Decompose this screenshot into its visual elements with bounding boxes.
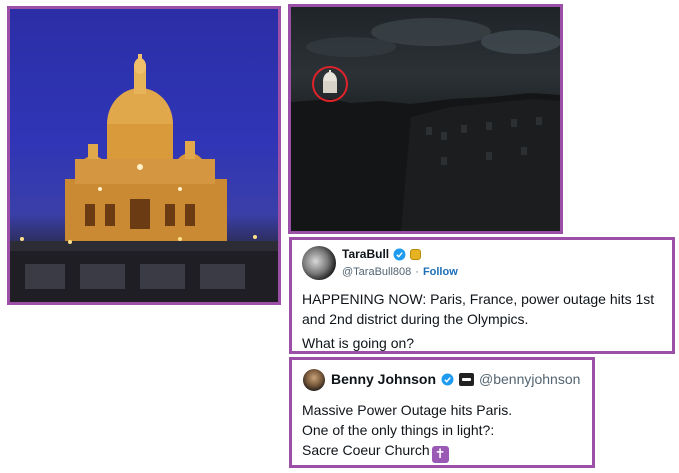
tweet-text-line: What is going on?	[302, 335, 415, 351]
tweet-card-tarabull[interactable]: TaraBull @TaraBull808 · Follow HAPPENING…	[289, 237, 675, 354]
sacre-coeur-photo	[7, 6, 281, 305]
verified-checkmark-icon	[393, 248, 406, 260]
author-row: Benny Johnson @bennyjohnson	[331, 371, 580, 387]
tweet-text-line: Massive Power Outage hits Paris.	[302, 402, 513, 418]
display-name[interactable]: TaraBull	[342, 247, 389, 261]
handle[interactable]: @TaraBull808	[342, 266, 411, 278]
affiliate-badge-icon	[410, 248, 422, 260]
handle[interactable]: @bennyjohnson	[479, 371, 580, 387]
separator: ·	[415, 266, 419, 278]
tweet-text-line: Sacre Coeur Church	[302, 442, 430, 458]
latin-cross-icon: ✝	[431, 445, 449, 463]
follow-button[interactable]: Follow	[423, 266, 458, 278]
author-row: TaraBull	[342, 247, 422, 261]
verified-checkmark-icon	[441, 373, 454, 385]
avatar[interactable]	[302, 246, 336, 280]
tweet-card-bennyjohnson[interactable]: Benny Johnson @bennyjohnson Massive Powe…	[289, 357, 595, 468]
handle-row: @TaraBull808 · Follow	[342, 266, 458, 278]
tweet-text: HAPPENING NOW: Paris, France, power outa…	[302, 289, 668, 351]
dark-paris-photo	[288, 4, 563, 234]
organization-badge-icon	[459, 372, 475, 386]
tweet-text: Massive Power Outage hits Paris. One of …	[302, 400, 592, 463]
tweet-text-line: HAPPENING NOW: Paris, France, power outa…	[302, 291, 655, 327]
tweet-text-line-last: Sacre Coeur Church ✝	[302, 440, 592, 463]
dark-skyline-illustration	[291, 18, 560, 231]
sacre-coeur-illustration	[10, 54, 278, 302]
avatar[interactable]	[303, 369, 325, 391]
display-name[interactable]: Benny Johnson	[331, 371, 436, 387]
tweet-text-line: One of the only things in light?:	[302, 422, 495, 438]
